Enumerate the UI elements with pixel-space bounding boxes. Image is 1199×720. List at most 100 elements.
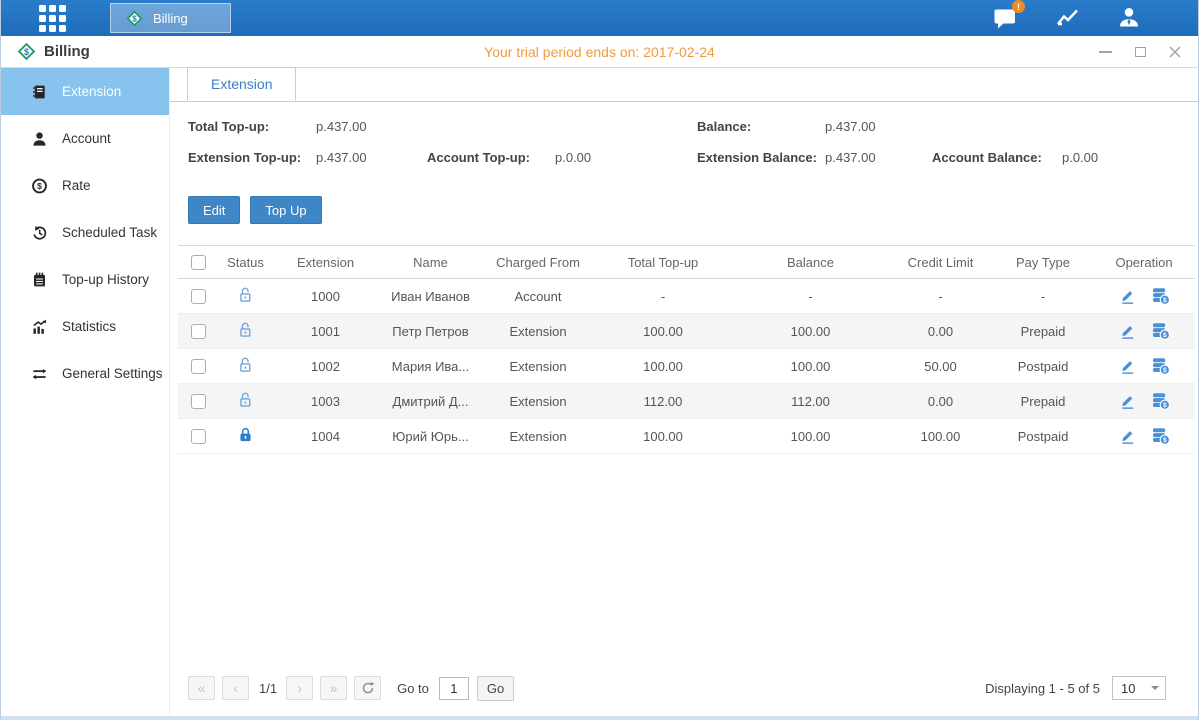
tab-extension[interactable]: Extension xyxy=(187,67,296,101)
col-operation[interactable]: Operation xyxy=(1093,246,1195,279)
next-page-button[interactable]: › xyxy=(286,676,313,700)
edit-pencil-icon[interactable] xyxy=(1119,392,1136,410)
edit-pencil-icon[interactable] xyxy=(1119,287,1136,305)
row-checkbox[interactable] xyxy=(191,359,206,374)
statistics-chart-icon[interactable] xyxy=(1054,5,1080,31)
name-cell: Петр Петров xyxy=(378,314,483,349)
edit-pencil-icon[interactable] xyxy=(1119,427,1136,445)
col-pay-type[interactable]: Pay Type xyxy=(993,246,1093,279)
extension-book-icon xyxy=(30,83,49,101)
extensions-table: Status Extension Name Charged From Total… xyxy=(178,245,1195,454)
top-up-button[interactable]: Top Up xyxy=(250,196,321,224)
total-topup-cell: 100.00 xyxy=(593,349,733,384)
col-status[interactable]: Status xyxy=(218,246,273,279)
charged-from-cell: Account xyxy=(483,279,593,314)
page-title: Billing xyxy=(44,43,90,60)
lock-open-icon xyxy=(238,357,253,373)
first-page-button[interactable]: « xyxy=(188,676,215,700)
account-topup-value: p.0.00 xyxy=(555,150,591,165)
prev-page-button[interactable]: ‹ xyxy=(222,676,249,700)
topup-coins-icon[interactable]: $ xyxy=(1151,322,1170,340)
col-extension[interactable]: Extension xyxy=(273,246,378,279)
row-checkbox[interactable] xyxy=(191,289,206,304)
scheduled-task-history-icon xyxy=(30,224,49,242)
svg-text:$: $ xyxy=(1163,332,1167,339)
sidebar-item-topup-history[interactable]: Top-up History xyxy=(1,256,169,303)
extension-topup-value: p.437.00 xyxy=(316,150,367,165)
sidebar-item-label: Top-up History xyxy=(62,272,149,287)
name-cell: Юрий Юрь... xyxy=(378,419,483,454)
row-checkbox[interactable] xyxy=(191,429,206,444)
page-size-select[interactable]: 10 xyxy=(1112,676,1166,700)
goto-label: Go to xyxy=(397,681,429,696)
edit-pencil-icon[interactable] xyxy=(1119,357,1136,375)
table-row[interactable]: 1003 Дмитрий Д... Extension 112.00 112.0… xyxy=(178,384,1195,419)
statistics-bars-icon xyxy=(30,318,49,336)
status-cell[interactable] xyxy=(218,279,273,314)
sidebar-item-statistics[interactable]: Statistics xyxy=(1,303,169,350)
sidebar-item-label: Scheduled Task xyxy=(62,225,157,240)
refresh-button[interactable] xyxy=(354,676,381,700)
apps-grid-icon[interactable] xyxy=(39,5,66,32)
col-credit-limit[interactable]: Credit Limit xyxy=(888,246,993,279)
sidebar-item-account[interactable]: Account xyxy=(1,115,169,162)
table-row[interactable]: 1002 Мария Ива... Extension 100.00 100.0… xyxy=(178,349,1195,384)
svg-text:$: $ xyxy=(1163,367,1167,374)
name-cell: Иван Иванов xyxy=(378,279,483,314)
edit-button[interactable]: Edit xyxy=(188,196,240,224)
status-cell[interactable] xyxy=(218,349,273,384)
status-cell[interactable] xyxy=(218,314,273,349)
row-checkbox[interactable] xyxy=(191,394,206,409)
table-row[interactable]: 1000 Иван Иванов Account - - - - $ xyxy=(178,279,1195,314)
sidebar-item-label: General Settings xyxy=(62,366,163,381)
total-topup-label: Total Top-up: xyxy=(188,119,316,134)
sidebar-item-rate[interactable]: $ Rate xyxy=(1,162,169,209)
col-charged-from[interactable]: Charged From xyxy=(483,246,593,279)
messages-icon[interactable]: ! xyxy=(992,5,1018,31)
name-cell: Мария Ива... xyxy=(378,349,483,384)
app-window: $ Billing ! xyxy=(0,0,1199,720)
app-tab-billing[interactable]: $ Billing xyxy=(110,3,231,33)
table-row[interactable]: 1004 Юрий Юрь... Extension 100.00 100.00… xyxy=(178,419,1195,454)
col-balance[interactable]: Balance xyxy=(733,246,888,279)
select-all-checkbox[interactable] xyxy=(191,255,206,270)
charged-from-cell: Extension xyxy=(483,349,593,384)
col-name[interactable]: Name xyxy=(378,246,483,279)
balance-cell: - xyxy=(733,279,888,314)
svg-text:$: $ xyxy=(24,47,29,57)
credit-limit-cell: 0.00 xyxy=(888,314,993,349)
maximize-icon[interactable] xyxy=(1133,45,1147,59)
minimize-icon[interactable] xyxy=(1098,45,1112,59)
sidebar-item-scheduled-task[interactable]: Scheduled Task xyxy=(1,209,169,256)
extension-cell: 1004 xyxy=(273,419,378,454)
topup-coins-icon[interactable]: $ xyxy=(1151,357,1170,375)
sidebar-item-extension[interactable]: Extension xyxy=(1,68,169,115)
billing-summary: Total Top-up: p.437.00 Balance: p.437.00… xyxy=(170,102,1198,181)
credit-limit-cell: - xyxy=(888,279,993,314)
close-icon[interactable] xyxy=(1168,45,1182,59)
row-checkbox[interactable] xyxy=(191,324,206,339)
last-page-button[interactable]: » xyxy=(320,676,347,700)
status-cell[interactable] xyxy=(218,419,273,454)
topup-coins-icon[interactable]: $ xyxy=(1151,427,1170,445)
extension-balance-label: Extension Balance: xyxy=(697,150,825,165)
edit-pencil-icon[interactable] xyxy=(1119,322,1136,340)
sidebar-item-general-settings[interactable]: General Settings xyxy=(1,350,169,397)
topup-coins-icon[interactable]: $ xyxy=(1151,287,1170,305)
balance-value: p.437.00 xyxy=(825,119,876,134)
sidebar-item-label: Rate xyxy=(62,178,91,193)
window-bottom-edge xyxy=(1,716,1198,720)
svg-text:$: $ xyxy=(1163,402,1167,409)
window-controls xyxy=(1098,45,1182,59)
go-button[interactable]: Go xyxy=(477,676,514,701)
goto-page-input[interactable] xyxy=(439,677,469,700)
credit-limit-cell: 100.00 xyxy=(888,419,993,454)
pagination-bar: « ‹ 1/1 › » Go to Go Displaying 1 - 5 of… xyxy=(170,670,1198,716)
status-cell[interactable] xyxy=(218,384,273,419)
pay-type-cell: Postpaid xyxy=(993,349,1093,384)
user-icon[interactable] xyxy=(1116,5,1142,31)
topup-coins-icon[interactable]: $ xyxy=(1151,392,1170,410)
topbar-icons: ! xyxy=(992,5,1198,31)
table-row[interactable]: 1001 Петр Петров Extension 100.00 100.00… xyxy=(178,314,1195,349)
col-total-topup[interactable]: Total Top-up xyxy=(593,246,733,279)
